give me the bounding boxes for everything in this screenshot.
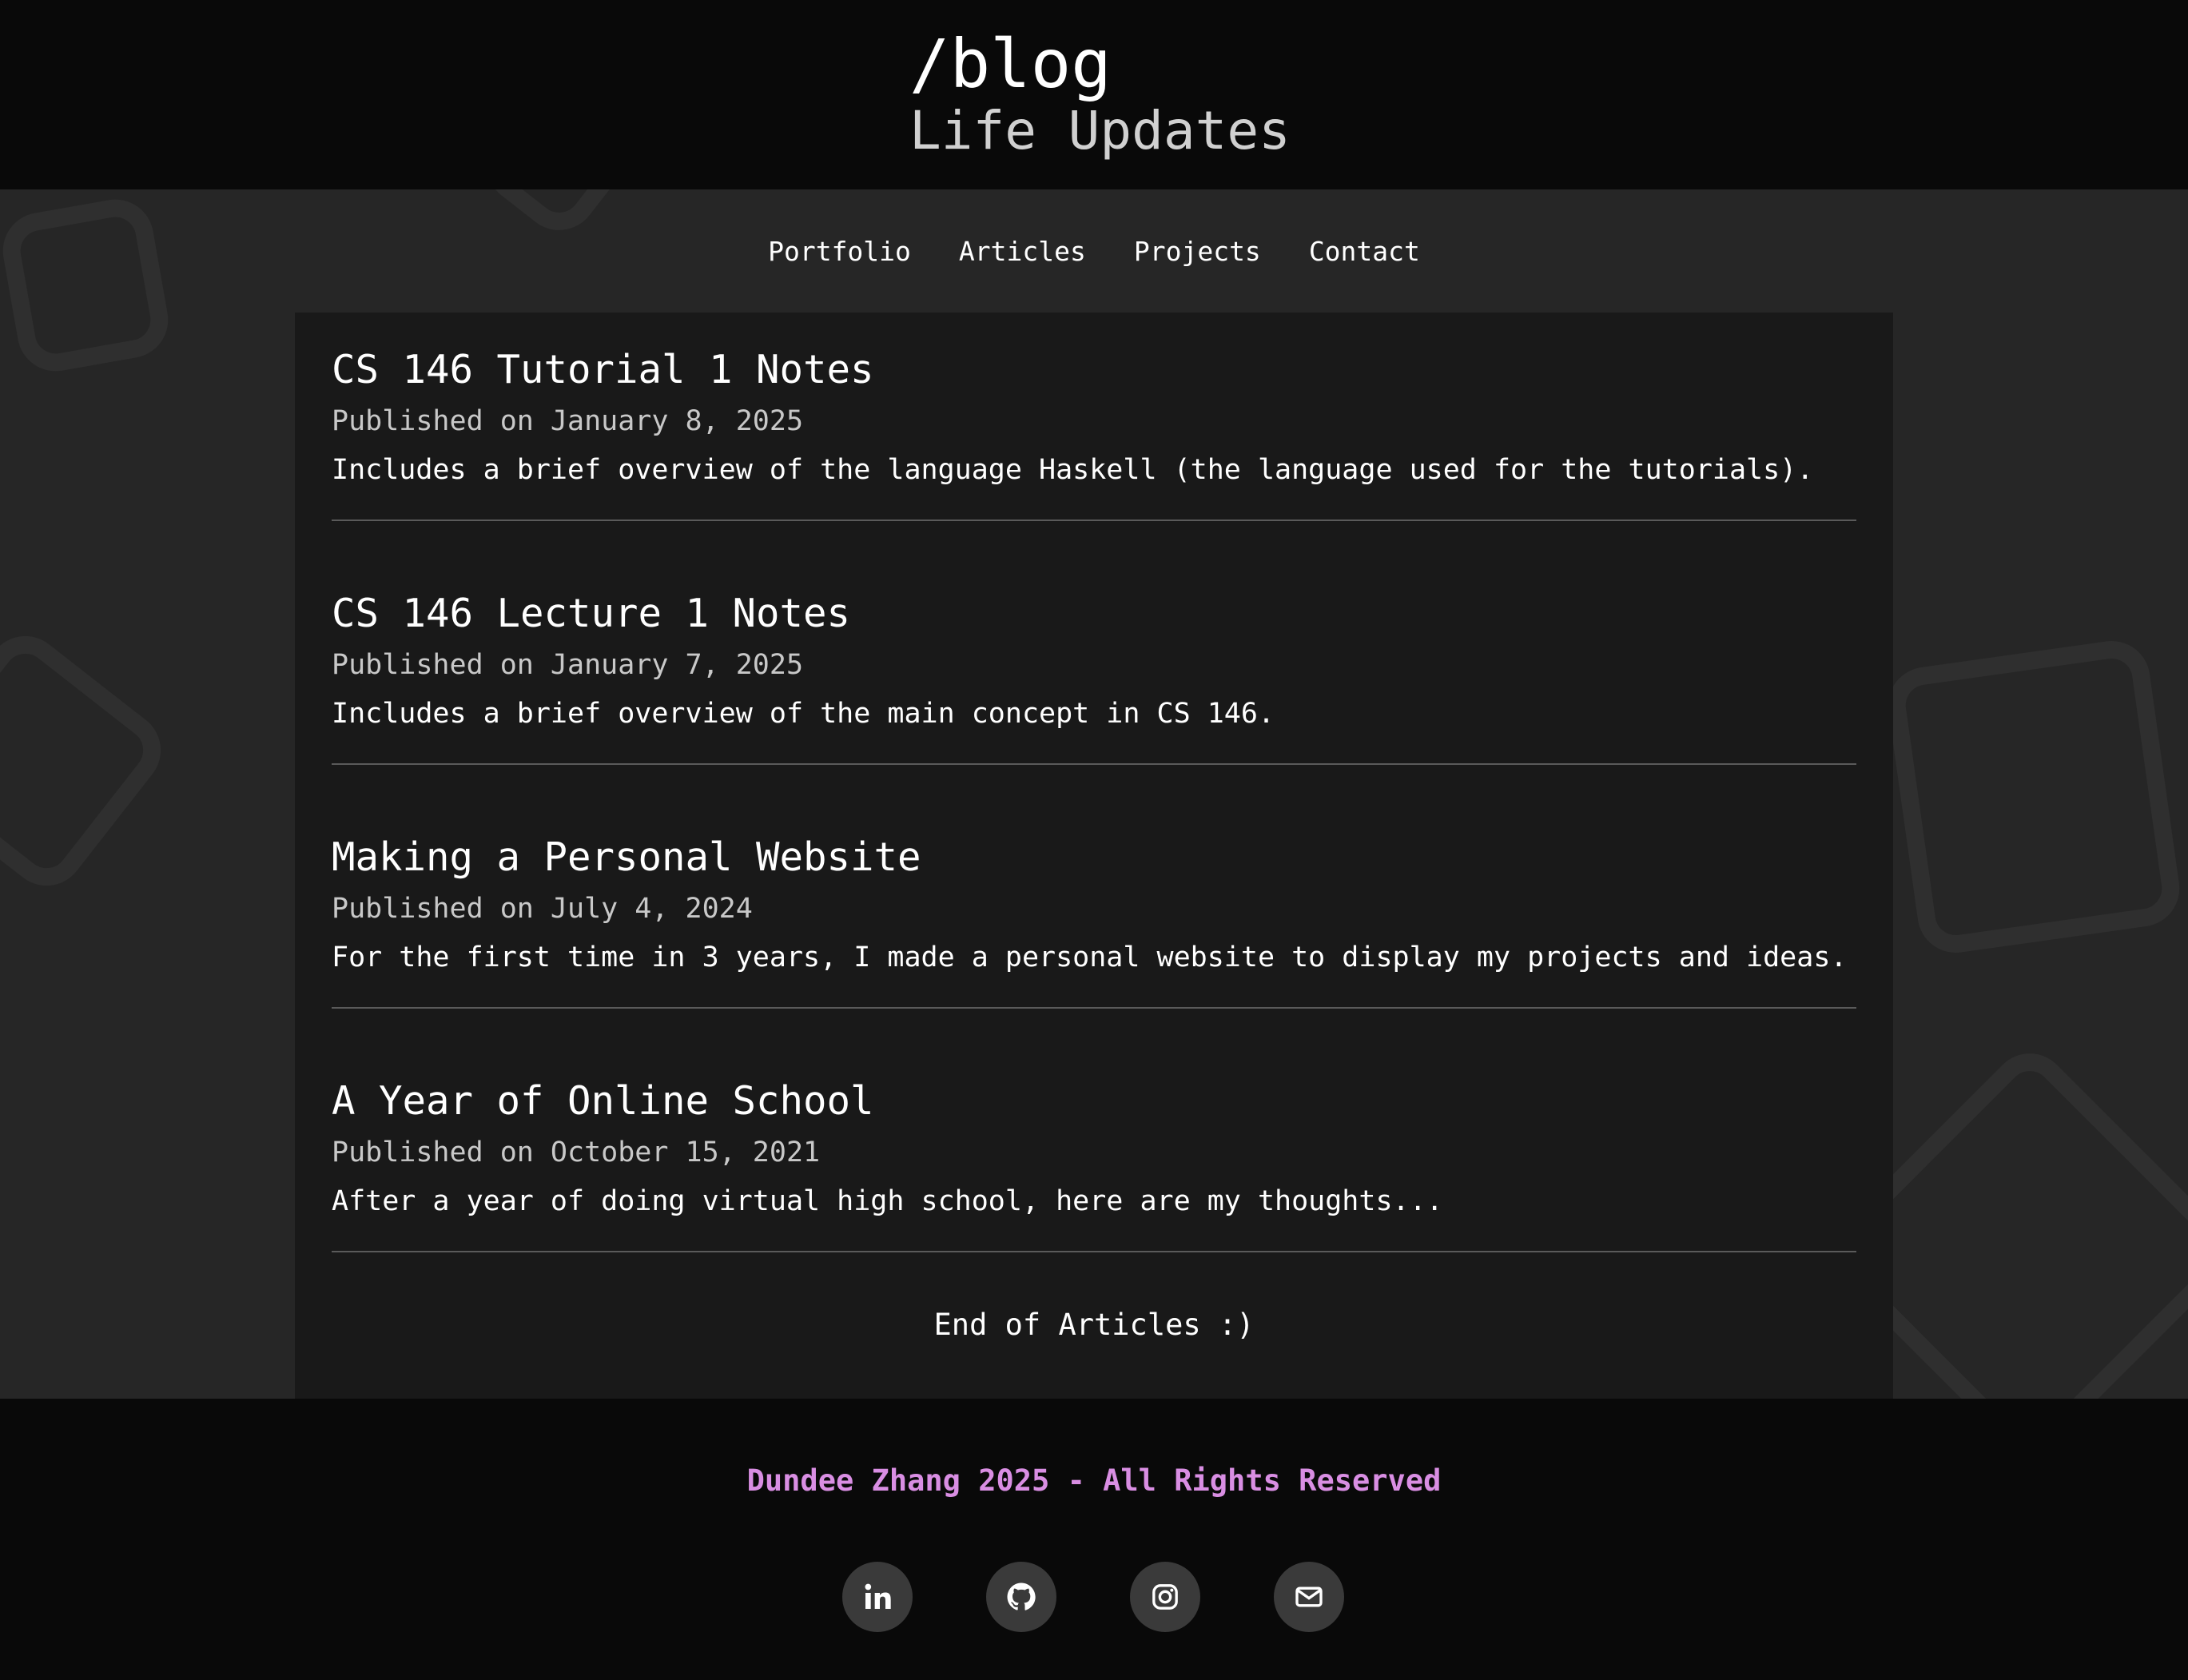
page-subtitle: Life Updates	[909, 100, 1291, 161]
article-item: Making a Personal Website Published on J…	[332, 800, 1856, 1009]
linkedin-button[interactable]	[842, 1562, 913, 1632]
article-date: Published on July 4, 2024	[332, 893, 753, 925]
nav-link-portfolio[interactable]: Portfolio	[768, 236, 911, 267]
nav-link-contact[interactable]: Contact	[1309, 236, 1420, 267]
email-button[interactable]	[1274, 1562, 1344, 1632]
site-header: /blog Life Updates	[0, 0, 2188, 189]
site-footer: Dundee Zhang 2025 - All Rights Reserved	[0, 1399, 2188, 1680]
article-description: Includes a brief overview of the languag…	[332, 454, 1814, 486]
nav-link-projects[interactable]: Projects	[1134, 236, 1261, 267]
article-description: Includes a brief overview of the main co…	[332, 698, 1275, 730]
article-date: Published on January 7, 2025	[332, 649, 804, 681]
article-title[interactable]: CS 146 Lecture 1 Notes	[332, 590, 850, 638]
article-description: After a year of doing virtual high schoo…	[332, 1185, 1443, 1217]
article-item: A Year of Online School Published on Oct…	[332, 1044, 1856, 1252]
linkedin-icon	[865, 1583, 891, 1609]
article-date: Published on January 8, 2025	[332, 405, 804, 437]
email-icon	[1295, 1586, 1323, 1607]
end-of-articles: End of Articles :)	[933, 1308, 1255, 1342]
article-item: CS 146 Lecture 1 Notes Published on Janu…	[332, 556, 1856, 765]
instagram-icon	[1152, 1584, 1178, 1610]
main-nav: Portfolio Articles Projects Contact	[0, 189, 2188, 313]
instagram-button[interactable]	[1130, 1562, 1200, 1632]
nav-link-articles[interactable]: Articles	[959, 236, 1086, 267]
article-title[interactable]: CS 146 Tutorial 1 Notes	[332, 346, 874, 394]
decorative-shape	[1883, 635, 2185, 958]
decorative-shape	[0, 620, 177, 902]
article-date: Published on October 15, 2021	[332, 1137, 821, 1168]
articles-list: CS 146 Tutorial 1 Notes Published on Jan…	[295, 313, 1893, 1399]
article-title[interactable]: A Year of Online School	[332, 1077, 874, 1125]
copyright-text: Dundee Zhang 2025 - All Rights Reserved	[746, 1463, 1442, 1498]
github-icon	[1007, 1582, 1036, 1610]
article-item: CS 146 Tutorial 1 Notes Published on Jan…	[332, 313, 1856, 521]
article-title[interactable]: Making a Personal Website	[332, 834, 921, 882]
github-button[interactable]	[986, 1562, 1056, 1632]
article-description: For the first time in 3 years, I made a …	[332, 942, 1848, 973]
page-title: /blog	[909, 25, 1112, 103]
